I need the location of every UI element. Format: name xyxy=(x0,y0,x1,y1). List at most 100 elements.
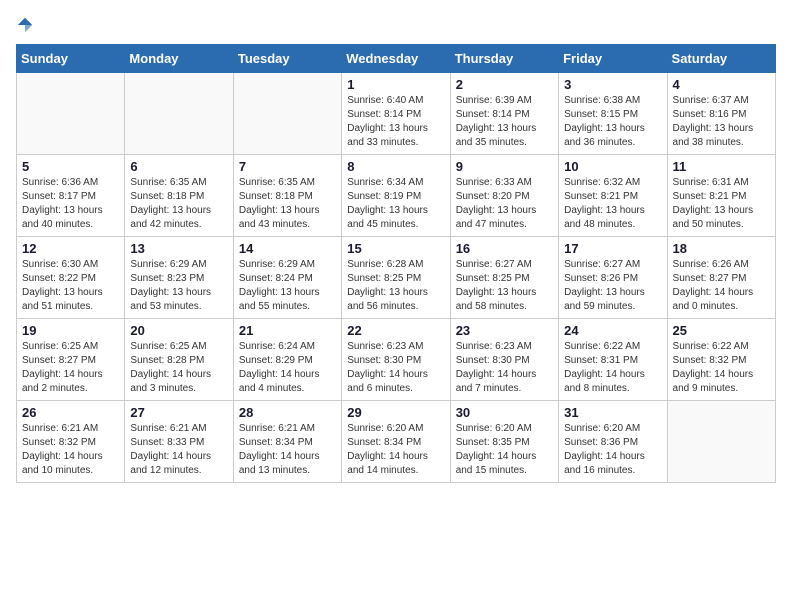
day-number: 28 xyxy=(239,405,336,420)
day-number: 12 xyxy=(22,241,119,256)
calendar-cell xyxy=(17,73,125,155)
calendar-cell: 2Sunrise: 6:39 AM Sunset: 8:14 PM Daylig… xyxy=(450,73,558,155)
calendar-cell: 12 Sunrise: 6:30 AM Sunset: 8:22 PM Dayli… xyxy=(17,237,125,319)
day-info: Sunrise: 6:23 AM Sunset: 8:30 PM Dayligh… xyxy=(456,340,553,396)
day-number: 7 xyxy=(239,159,336,174)
calendar-cell: 5 Sunrise: 6:36 AM Sunset: 8:17 PM Daylig… xyxy=(17,155,125,237)
day-info: Sunrise: 6:20 AM Sunset: 8:36 PM Dayligh… xyxy=(564,422,661,478)
day-info: Sunrise: 6:37 AM Sunset: 8:16 PM Dayligh… xyxy=(673,94,770,150)
weekday-tuesday: Tuesday xyxy=(233,45,341,73)
day-number: 19 xyxy=(22,323,119,338)
calendar-cell: 16 Sunrise: 6:27 AM Sunset: 8:25 PM Dayli… xyxy=(450,237,558,319)
calendar-cell xyxy=(125,73,233,155)
day-number: 9 xyxy=(456,159,553,174)
week-row-0: 1 Sunrise: 6:40 AM Sunset: 8:14 PM Daylig… xyxy=(17,73,776,155)
day-info: Sunrise: 6:21 AM Sunset: 8:33 PM Dayligh… xyxy=(130,422,227,478)
calendar-cell: 15 Sunrise: 6:28 AM Sunset: 8:25 PM Dayli… xyxy=(342,237,450,319)
calendar-cell: 18 Sunrise: 6:26 AM Sunset: 8:27 PM Dayli… xyxy=(667,237,775,319)
calendar-table: SundayMondayTuesdayWednesdayThursdayFrid… xyxy=(16,44,776,483)
calendar-cell: 10 Sunrise: 6:32 AM Sunset: 8:21 PM Dayli… xyxy=(559,155,667,237)
weekday-thursday: Thursday xyxy=(450,45,558,73)
day-number: 24 xyxy=(564,323,661,338)
week-row-4: 26 Sunrise: 6:21 AM Sunset: 8:32 PM Dayli… xyxy=(17,401,776,483)
week-row-3: 19 Sunrise: 6:25 AM Sunset: 8:27 PM Dayli… xyxy=(17,319,776,401)
calendar-cell: 25 Sunrise: 6:22 AM Sunset: 8:32 PM Dayli… xyxy=(667,319,775,401)
day-info: Sunrise: 6:30 AM Sunset: 8:22 PM Dayligh… xyxy=(22,258,119,314)
day-number: 22 xyxy=(347,323,444,338)
day-number: 8 xyxy=(347,159,444,174)
day-number: 21 xyxy=(239,323,336,338)
week-row-1: 5 Sunrise: 6:36 AM Sunset: 8:17 PM Daylig… xyxy=(17,155,776,237)
day-number: 26 xyxy=(22,405,119,420)
day-number: 27 xyxy=(130,405,227,420)
calendar-cell: 21Sunrise: 6:24 AM Sunset: 8:29 PM Dayli… xyxy=(233,319,341,401)
day-number: 29 xyxy=(347,405,444,420)
day-info: Sunrise: 6:32 AM Sunset: 8:21 PM Dayligh… xyxy=(564,176,661,232)
day-number: 4 xyxy=(673,77,770,92)
day-number: 14 xyxy=(239,241,336,256)
day-number: 31 xyxy=(564,405,661,420)
day-info: Sunrise: 6:20 AM Sunset: 8:34 PM Dayligh… xyxy=(347,422,444,478)
weekday-monday: Monday xyxy=(125,45,233,73)
calendar-cell: 29 Sunrise: 6:20 AM Sunset: 8:34 PM Dayli… xyxy=(342,401,450,483)
calendar-cell: 20 Sunrise: 6:25 AM Sunset: 8:28 PM Dayli… xyxy=(125,319,233,401)
day-info: Sunrise: 6:40 AM Sunset: 8:14 PM Dayligh… xyxy=(347,94,444,150)
calendar-cell xyxy=(233,73,341,155)
calendar-cell: 26 Sunrise: 6:21 AM Sunset: 8:32 PM Dayli… xyxy=(17,401,125,483)
day-number: 2 xyxy=(456,77,553,92)
calendar-cell: 27 Sunrise: 6:21 AM Sunset: 8:33 PM Dayli… xyxy=(125,401,233,483)
calendar-cell: 19 Sunrise: 6:25 AM Sunset: 8:27 PM Dayli… xyxy=(17,319,125,401)
day-info: Sunrise: 6:29 AM Sunset: 8:23 PM Dayligh… xyxy=(130,258,227,314)
weekday-friday: Friday xyxy=(559,45,667,73)
day-info: Sunrise: 6:34 AM Sunset: 8:19 PM Dayligh… xyxy=(347,176,444,232)
calendar-cell: 30Sunrise: 6:20 AM Sunset: 8:35 PM Dayli… xyxy=(450,401,558,483)
calendar-cell: 23 Sunrise: 6:23 AM Sunset: 8:30 PM Dayli… xyxy=(450,319,558,401)
day-number: 5 xyxy=(22,159,119,174)
day-info: Sunrise: 6:22 AM Sunset: 8:32 PM Dayligh… xyxy=(673,340,770,396)
day-info: Sunrise: 6:28 AM Sunset: 8:25 PM Dayligh… xyxy=(347,258,444,314)
calendar-cell: 3Sunrise: 6:38 AM Sunset: 8:15 PM Daylig… xyxy=(559,73,667,155)
day-number: 15 xyxy=(347,241,444,256)
weekday-wednesday: Wednesday xyxy=(342,45,450,73)
day-number: 20 xyxy=(130,323,227,338)
day-number: 10 xyxy=(564,159,661,174)
day-number: 16 xyxy=(456,241,553,256)
day-info: Sunrise: 6:35 AM Sunset: 8:18 PM Dayligh… xyxy=(239,176,336,232)
day-info: Sunrise: 6:35 AM Sunset: 8:18 PM Dayligh… xyxy=(130,176,227,232)
day-number: 1 xyxy=(347,77,444,92)
day-info: Sunrise: 6:25 AM Sunset: 8:28 PM Dayligh… xyxy=(130,340,227,396)
calendar-cell: 7 Sunrise: 6:35 AM Sunset: 8:18 PM Daylig… xyxy=(233,155,341,237)
calendar-cell: 9Sunrise: 6:33 AM Sunset: 8:20 PM Daylig… xyxy=(450,155,558,237)
calendar-cell: 6 Sunrise: 6:35 AM Sunset: 8:18 PM Daylig… xyxy=(125,155,233,237)
day-info: Sunrise: 6:21 AM Sunset: 8:34 PM Dayligh… xyxy=(239,422,336,478)
calendar-cell: 1 Sunrise: 6:40 AM Sunset: 8:14 PM Daylig… xyxy=(342,73,450,155)
calendar-cell: 14 Sunrise: 6:29 AM Sunset: 8:24 PM Dayli… xyxy=(233,237,341,319)
calendar-cell: 31 Sunrise: 6:20 AM Sunset: 8:36 PM Dayli… xyxy=(559,401,667,483)
calendar-cell: 28 Sunrise: 6:21 AM Sunset: 8:34 PM Dayli… xyxy=(233,401,341,483)
calendar-cell: 4 Sunrise: 6:37 AM Sunset: 8:16 PM Daylig… xyxy=(667,73,775,155)
day-info: Sunrise: 6:27 AM Sunset: 8:25 PM Dayligh… xyxy=(456,258,553,314)
page-header xyxy=(16,16,776,34)
day-info: Sunrise: 6:22 AM Sunset: 8:31 PM Dayligh… xyxy=(564,340,661,396)
day-info: Sunrise: 6:29 AM Sunset: 8:24 PM Dayligh… xyxy=(239,258,336,314)
day-number: 6 xyxy=(130,159,227,174)
day-number: 13 xyxy=(130,241,227,256)
calendar-cell: 22Sunrise: 6:23 AM Sunset: 8:30 PM Dayli… xyxy=(342,319,450,401)
day-number: 25 xyxy=(673,323,770,338)
week-row-2: 12 Sunrise: 6:30 AM Sunset: 8:22 PM Dayli… xyxy=(17,237,776,319)
logo-icon xyxy=(16,16,34,34)
day-info: Sunrise: 6:25 AM Sunset: 8:27 PM Dayligh… xyxy=(22,340,119,396)
calendar-cell: 17Sunrise: 6:27 AM Sunset: 8:26 PM Dayli… xyxy=(559,237,667,319)
calendar-cell xyxy=(667,401,775,483)
day-info: Sunrise: 6:21 AM Sunset: 8:32 PM Dayligh… xyxy=(22,422,119,478)
logo xyxy=(16,16,38,34)
day-number: 18 xyxy=(673,241,770,256)
day-number: 11 xyxy=(673,159,770,174)
weekday-sunday: Sunday xyxy=(17,45,125,73)
day-info: Sunrise: 6:36 AM Sunset: 8:17 PM Dayligh… xyxy=(22,176,119,232)
day-number: 23 xyxy=(456,323,553,338)
day-info: Sunrise: 6:26 AM Sunset: 8:27 PM Dayligh… xyxy=(673,258,770,314)
calendar-cell: 8 Sunrise: 6:34 AM Sunset: 8:19 PM Daylig… xyxy=(342,155,450,237)
day-info: Sunrise: 6:20 AM Sunset: 8:35 PM Dayligh… xyxy=(456,422,553,478)
calendar-cell: 13 Sunrise: 6:29 AM Sunset: 8:23 PM Dayli… xyxy=(125,237,233,319)
